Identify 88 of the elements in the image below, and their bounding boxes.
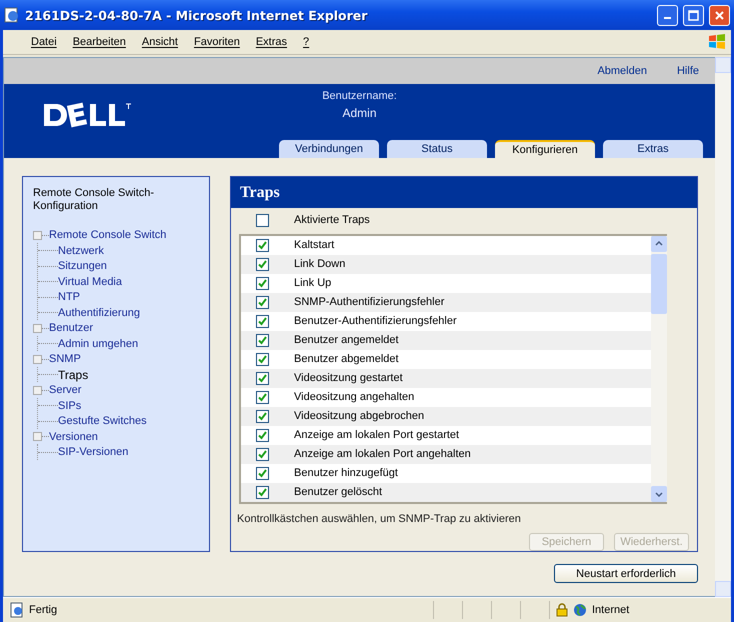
nav-tab[interactable]: Konfigurieren	[495, 140, 595, 158]
username-label: Benutzername:	[322, 90, 397, 102]
maximize-icon	[688, 10, 699, 20]
panel-heading: Traps	[231, 177, 697, 208]
tree-link[interactable]: Admin umgehen	[58, 338, 138, 350]
caret-down-icon	[655, 492, 663, 496]
checkbox[interactable]	[256, 214, 269, 227]
panel-title: Remote Console Switch-Konfiguration	[33, 187, 156, 214]
globe-page-icon	[4, 7, 20, 23]
username-value: Admin	[342, 106, 376, 120]
tree-link[interactable]: Sitzungen	[58, 260, 107, 272]
checkbox[interactable]	[256, 314, 269, 328]
trap-label: Videositzung abgebrochen	[294, 410, 424, 422]
globe-icon	[573, 603, 587, 617]
nav-tab[interactable]: Extras	[603, 140, 703, 158]
close-icon	[714, 10, 725, 20]
zone-text: Internet	[592, 604, 630, 616]
checkbox[interactable]	[256, 352, 269, 366]
checkbox[interactable]	[256, 276, 269, 290]
header-link[interactable]: Abmelden	[597, 65, 647, 77]
tree-node-icon[interactable]	[33, 230, 42, 240]
menu-item[interactable]: ?	[295, 34, 318, 50]
tree-link[interactable]: Virtual Media	[58, 276, 122, 288]
status-text: Fertig	[29, 604, 58, 616]
checkbox-label: Aktivierte Traps	[294, 214, 370, 226]
trap-label: Videositzung angehalten	[294, 391, 414, 404]
windows-flag-icon	[707, 32, 727, 52]
checkbox[interactable]	[256, 390, 269, 404]
tree-link[interactable]: SNMP	[49, 353, 81, 366]
trap-label: SNMP-Authentifizierungsfehler	[294, 296, 444, 308]
trap-label: Kaltstart	[294, 239, 334, 252]
tree-link[interactable]: Remote Console Switch	[49, 229, 166, 242]
menu-item[interactable]: Ansicht	[134, 34, 186, 50]
tree-link[interactable]: Authentifizierung	[58, 306, 140, 319]
scroll-down-button[interactable]	[651, 486, 667, 502]
maximize-button[interactable]	[683, 4, 704, 26]
trap-label: Anzeige am lokalen Port angehalten	[294, 448, 471, 460]
trap-label: Benutzer abgemeldet	[294, 353, 399, 366]
trap-label: Anzeige am lokalen Port gestartet	[294, 429, 460, 442]
tree-node-icon[interactable]	[33, 324, 42, 333]
scroll-up-button[interactable]	[651, 236, 667, 252]
trap-label: Link Down	[294, 258, 346, 270]
checkbox[interactable]	[256, 486, 269, 499]
tree-node-icon[interactable]	[33, 354, 42, 364]
menu-item[interactable]: Extras	[248, 34, 296, 50]
tree-link[interactable]: Netzwerk	[58, 244, 104, 257]
checkbox[interactable]	[256, 428, 269, 442]
checkbox[interactable]	[256, 238, 269, 252]
menu-item[interactable]: Favoriten	[186, 34, 248, 50]
tree-link[interactable]: SIPs	[58, 400, 82, 412]
tree-node-icon[interactable]	[33, 386, 42, 395]
menu-item[interactable]: Datei	[23, 34, 65, 50]
tree-link[interactable]: Benutzer	[49, 322, 94, 334]
checkbox[interactable]	[256, 258, 269, 271]
trap-label: Link Up	[294, 277, 332, 290]
tree-link[interactable]: NTP	[58, 291, 80, 304]
scrollbar-thumb[interactable]	[651, 254, 667, 314]
window-title: 2161DS-2-04-80-7A - Microsoft Internet Explorer	[25, 8, 368, 22]
checkbox[interactable]	[256, 334, 269, 347]
restart-button[interactable]: Neustart erforderlich	[554, 564, 698, 583]
trap-label: Benutzer angemeldet	[294, 334, 399, 346]
header-link[interactable]: Hilfe	[676, 65, 699, 77]
menu-item[interactable]: Bearbeiten	[64, 34, 134, 50]
checkbox[interactable]	[256, 448, 269, 461]
nav-tab[interactable]: Status	[387, 140, 487, 158]
trap-label: Benutzer-Authentifizierungsfehler	[294, 315, 457, 328]
hint-text: Kontrollkästchen auswählen, um SNMP-Trap zu aktivieren	[237, 513, 522, 525]
tree-link[interactable]: SIP-Versionen	[58, 446, 128, 458]
nav-tab[interactable]: Verbindungen	[279, 140, 379, 158]
checkbox[interactable]	[256, 466, 269, 480]
tree-link[interactable]: Gestufte Switches	[58, 415, 147, 428]
page-icon	[9, 602, 25, 618]
logo-icon	[42, 102, 134, 128]
tree-node-icon[interactable]	[33, 432, 42, 442]
tree-link[interactable]: Traps	[58, 368, 88, 382]
close-button[interactable]	[709, 4, 730, 26]
minimize-button[interactable]	[657, 4, 678, 26]
tree-link[interactable]: Server	[49, 384, 82, 396]
minimize-icon	[664, 17, 671, 19]
lock-icon	[556, 603, 568, 617]
tree-link[interactable]: Versionen	[49, 430, 98, 443]
trap-label: Benutzer hinzugefügt	[294, 467, 398, 480]
caret-up-icon	[655, 241, 663, 246]
checkbox[interactable]	[256, 296, 269, 309]
checkbox[interactable]	[256, 372, 269, 385]
checkbox[interactable]	[256, 410, 269, 423]
trap-label: Videositzung gestartet	[294, 372, 403, 384]
trap-label: Benutzer gelöscht	[294, 486, 382, 498]
